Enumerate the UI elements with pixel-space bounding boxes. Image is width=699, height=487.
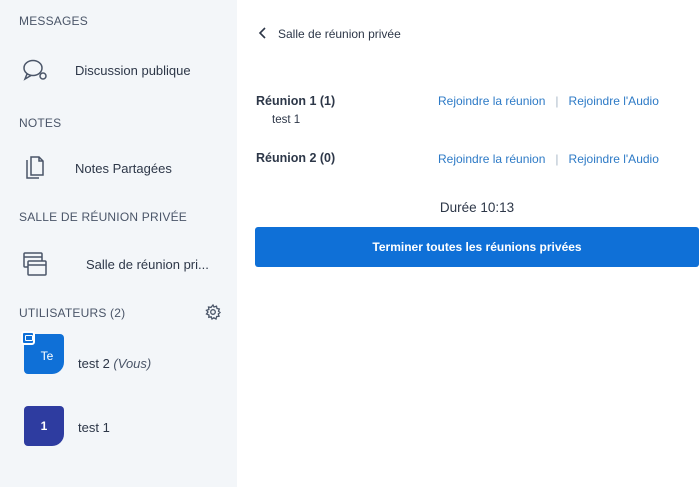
back-button[interactable]: Salle de réunion privée — [258, 25, 401, 43]
user-row[interactable]: 1 test 1 — [0, 406, 237, 450]
notes-icon — [22, 155, 48, 181]
breakout-rooms-icon — [22, 251, 48, 277]
separator: | — [555, 94, 559, 108]
separator: | — [555, 152, 559, 166]
avatar: 1 — [24, 406, 64, 446]
end-all-breakouts-button[interactable]: Terminer toutes les réunions privées — [255, 227, 699, 267]
user-row[interactable]: Te test 2 (Vous) — [0, 331, 237, 378]
user-you-suffix: (Vous) — [113, 356, 152, 371]
messages-section-title: MESSAGES — [19, 14, 88, 28]
join-room-link[interactable]: Rejoindre la réunion — [438, 152, 545, 166]
public-chat-label: Discussion publique — [75, 62, 191, 78]
avatar-initials: 1 — [40, 419, 48, 433]
sidebar-item-public-chat[interactable]: Discussion publique — [0, 50, 237, 90]
user-name: test 2 (Vous) — [78, 356, 151, 371]
breakout-section-title: SALLE DE RÉUNION PRIVÉE — [19, 210, 187, 224]
sidebar-item-breakout[interactable]: Salle de réunion pri... — [0, 244, 237, 284]
sidebar-item-shared-notes[interactable]: Notes Partagées — [0, 148, 237, 188]
join-room-link[interactable]: Rejoindre la réunion — [438, 94, 545, 108]
back-label: Salle de réunion privée — [278, 27, 401, 41]
join-audio-link[interactable]: Rejoindre l'Audio — [569, 94, 659, 108]
sidebar: MESSAGES Discussion publique NOTES Notes… — [0, 0, 237, 487]
chevron-left-icon — [258, 26, 268, 42]
chat-icon — [22, 57, 48, 83]
avatar-initials: Te — [40, 349, 54, 363]
gear-icon[interactable] — [205, 303, 222, 320]
notes-section-title: NOTES — [19, 116, 62, 130]
shared-notes-label: Notes Partagées — [75, 160, 172, 176]
user-name-text: test 2 — [78, 356, 110, 371]
user-name: test 1 — [78, 420, 110, 435]
duration-timer: Durée 10:13 — [439, 200, 515, 215]
join-audio-link[interactable]: Rejoindre l'Audio — [569, 152, 659, 166]
users-section-title: UTILISATEURS (2) — [19, 306, 126, 320]
room-title: Réunion 2 (0) — [256, 151, 336, 165]
avatar: Te — [21, 331, 64, 374]
presenter-icon — [21, 331, 35, 345]
room-links: Rejoindre la réunion | Rejoindre l'Audio — [438, 152, 659, 166]
room-user: test 1 — [272, 114, 301, 126]
breakout-item-label: Salle de réunion pri... — [86, 256, 209, 272]
room-links: Rejoindre la réunion | Rejoindre l'Audio — [438, 94, 659, 108]
room-title: Réunion 1 (1) — [256, 94, 336, 108]
